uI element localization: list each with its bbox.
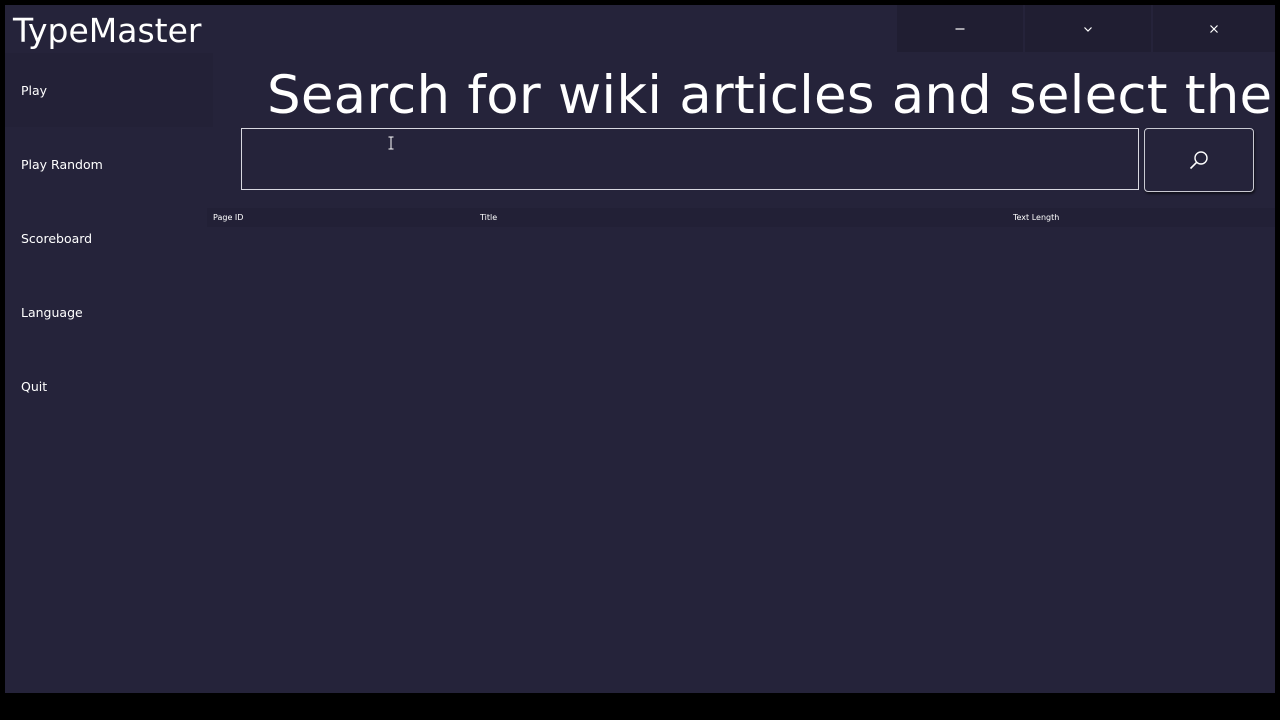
app-title: TypeMaster bbox=[13, 11, 202, 50]
sidebar-item-language[interactable]: Language bbox=[5, 275, 213, 349]
text-cursor-icon bbox=[388, 136, 394, 150]
close-icon bbox=[1210, 24, 1218, 33]
column-header-text-length[interactable]: Text Length bbox=[1013, 208, 1059, 227]
search-button[interactable] bbox=[1144, 128, 1254, 192]
results-table-header: Page ID Title Text Length bbox=[207, 208, 1275, 227]
sidebar-item-label: Scoreboard bbox=[21, 230, 93, 246]
maximize-button[interactable] bbox=[1025, 5, 1151, 52]
sidebar-item-scoreboard[interactable]: Scoreboard bbox=[5, 201, 213, 275]
sidebar-item-label: Play bbox=[21, 82, 48, 98]
search-input[interactable] bbox=[241, 128, 1139, 190]
minimize-button[interactable] bbox=[897, 5, 1023, 52]
search-icon bbox=[1189, 151, 1208, 170]
sidebar-item-label: Language bbox=[21, 304, 83, 320]
sidebar-item-label: Quit bbox=[21, 378, 48, 394]
close-button[interactable] bbox=[1153, 5, 1275, 52]
chevron-down-icon bbox=[1084, 26, 1092, 32]
app-window: TypeMaster Play Play Random Scoreboard L… bbox=[5, 5, 1275, 693]
results-table-body[interactable] bbox=[207, 227, 1275, 693]
column-header-title[interactable]: Title bbox=[480, 208, 497, 227]
column-header-page-id[interactable]: Page ID bbox=[213, 208, 243, 227]
sidebar-nav: Play Play Random Scoreboard Language Qui… bbox=[5, 53, 213, 423]
sidebar-item-play-random[interactable]: Play Random bbox=[5, 127, 213, 201]
page-heading: Search for wiki articles and select them bbox=[267, 65, 1275, 126]
sidebar-item-quit[interactable]: Quit bbox=[5, 349, 213, 423]
sidebar-item-play[interactable]: Play bbox=[5, 53, 213, 127]
minimize-icon bbox=[955, 27, 965, 30]
sidebar-item-label: Play Random bbox=[21, 156, 103, 172]
